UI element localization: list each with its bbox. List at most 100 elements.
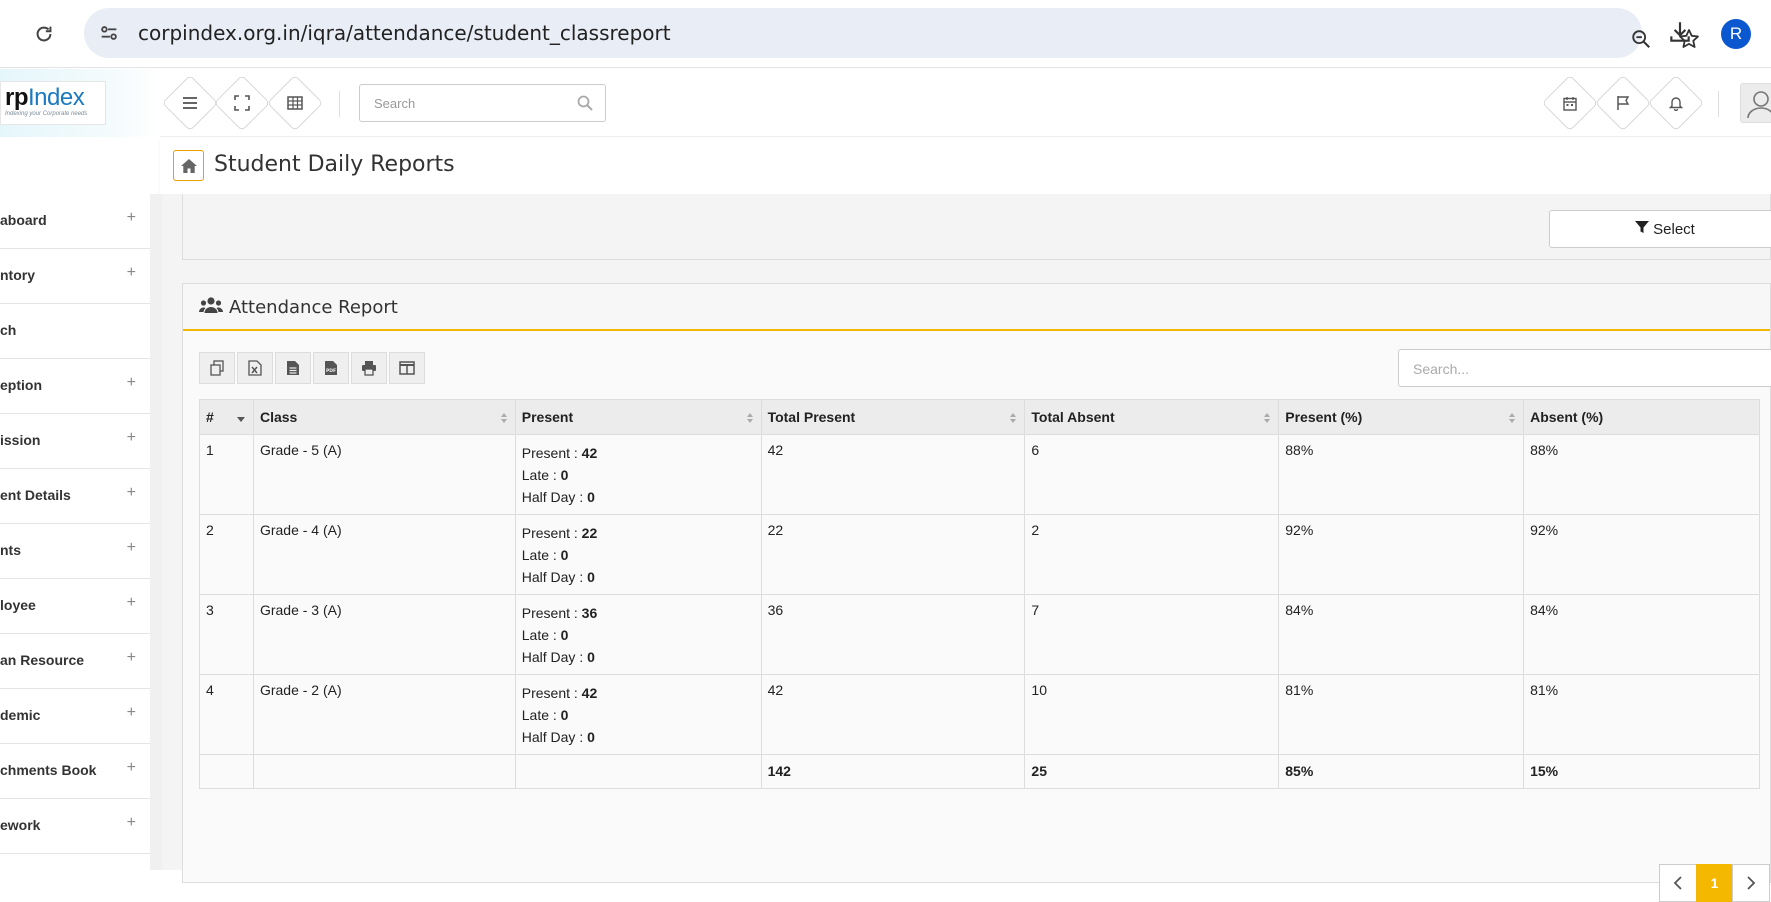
site-info-icon[interactable] [98, 22, 120, 44]
cell-present-pct: 92% [1278, 514, 1525, 595]
sidebar-item-events[interactable]: nts + [0, 524, 150, 579]
expand-plus-icon[interactable]: + [127, 759, 136, 777]
sidebar-item-admission[interactable]: ission + [0, 414, 150, 469]
table-row: 4 Grade - 2 (A) Present : 42 Late : 0 Ha… [199, 674, 1760, 755]
late-label: Late : [521, 547, 561, 563]
profile-avatar[interactable]: R [1721, 19, 1751, 49]
total-absent-pct: 15% [1523, 754, 1760, 789]
sidebar-item-label: demic [0, 707, 41, 723]
select-filter-button[interactable]: Select [1549, 210, 1771, 248]
table-search-input[interactable]: Search... [1398, 349, 1771, 387]
cell-present: Present : 22 Late : 0 Half Day : 0 [514, 514, 762, 595]
sidebar: aboard + ntory + ch eption + ission + ent De… [0, 194, 150, 870]
table-row: 2 Grade - 4 (A) Present : 22 Late : 0 Ha… [199, 514, 1760, 595]
sidebar-item-dashboard[interactable]: aboard + [0, 194, 150, 249]
column-header-absent-pct[interactable]: Absent (%) [1523, 399, 1760, 435]
sort-icon[interactable] [1508, 411, 1516, 427]
address-bar[interactable]: corpindex.org.in/iqra/attendance/student… [84, 8, 1699, 58]
fullscreen-icon[interactable] [230, 91, 254, 115]
bell-icon[interactable] [1664, 91, 1688, 115]
header-search-input[interactable]: Search [359, 84, 606, 122]
cell-absent-pct: 81% [1523, 674, 1760, 755]
column-visibility-button[interactable] [389, 352, 425, 384]
expand-plus-icon[interactable]: + [127, 264, 136, 282]
column-header-present-pct[interactable]: Present (%) [1278, 399, 1525, 435]
halfday-value: 0 [587, 649, 595, 665]
cell-total-present: 42 [760, 434, 1026, 515]
expand-plus-icon[interactable]: + [127, 429, 136, 447]
column-header-class[interactable]: Class [252, 399, 516, 435]
column-header-label: Absent (%) [1530, 409, 1604, 425]
select-button-label: Select [1653, 220, 1695, 238]
home-icon[interactable] [173, 150, 204, 181]
total-present-sum: 142 [760, 754, 1026, 789]
csv-export-button[interactable] [275, 352, 311, 384]
cell-class: Grade - 3 (A) [252, 594, 516, 675]
cell-empty [199, 754, 254, 789]
app-header: rpIndex Indexing your Corporate needs Se… [0, 69, 1771, 137]
cell-present: Present : 42 Late : 0 Half Day : 0 [514, 674, 762, 755]
sort-icon[interactable] [746, 411, 754, 427]
column-header-total-absent[interactable]: Total Absent [1024, 399, 1280, 435]
expand-plus-icon[interactable]: + [127, 594, 136, 612]
user-avatar[interactable] [1740, 83, 1771, 123]
sort-icon[interactable] [500, 411, 508, 427]
column-header-num[interactable]: # [199, 399, 254, 435]
corpindex-logo[interactable]: rpIndex Indexing your Corporate needs [0, 81, 106, 125]
search-icon[interactable] [577, 95, 593, 116]
sidebar-item-reception[interactable]: eption + [0, 359, 150, 414]
expand-plus-icon[interactable]: + [127, 484, 136, 502]
header-divider-right [1718, 91, 1719, 117]
copy-button[interactable] [199, 352, 235, 384]
sidebar-item-employee[interactable]: loyee + [0, 579, 150, 634]
halfday-label: Half Day : [521, 489, 588, 505]
sidebar-item-label: eption [0, 377, 42, 393]
hamburger-menu-icon[interactable] [178, 91, 202, 115]
sidebar-item-homework[interactable]: ework + [0, 799, 150, 854]
sidebar-item-label: an Resource [0, 652, 85, 668]
flag-icon[interactable] [1611, 91, 1635, 115]
calendar-icon[interactable] [1558, 91, 1582, 115]
cell-absent-pct: 88% [1523, 434, 1760, 515]
cell-total-absent: 7 [1024, 594, 1280, 675]
sort-icon[interactable] [1263, 411, 1271, 427]
sidebar-item-inventory[interactable]: ntory + [0, 249, 150, 304]
sort-icon[interactable] [1009, 411, 1017, 427]
cell-class: Grade - 2 (A) [252, 674, 516, 755]
expand-plus-icon[interactable]: + [127, 539, 136, 557]
chevron-left-icon [1673, 876, 1682, 890]
sidebar-item-label: ntory [0, 267, 35, 283]
pdf-export-button[interactable]: PDF [313, 352, 349, 384]
zoom-icon[interactable] [1630, 28, 1652, 55]
page-title-bar: Student Daily Reports [160, 138, 1771, 194]
download-icon[interactable] [1667, 19, 1693, 50]
url-text[interactable]: corpindex.org.in/iqra/attendance/student… [138, 21, 671, 45]
cell-total-present: 22 [760, 514, 1026, 595]
main-content: Select Attendance Report PDF Search... #… [162, 194, 1771, 902]
sidebar-item-human-resource[interactable]: an Resource + [0, 634, 150, 689]
sidebar-item-academic[interactable]: demic + [0, 689, 150, 744]
expand-plus-icon[interactable]: + [127, 649, 136, 667]
present-label: Present : [521, 605, 582, 621]
sidebar-item-student-details[interactable]: ent Details + [0, 469, 150, 524]
logo-rp-text: rp [5, 84, 29, 111]
header-search-placeholder: Search [374, 96, 416, 111]
late-value: 0 [560, 547, 569, 563]
print-button[interactable] [351, 352, 387, 384]
table-grid-icon[interactable] [283, 91, 307, 115]
expand-plus-icon[interactable]: + [127, 209, 136, 227]
sidebar-item-search[interactable]: ch [0, 304, 150, 359]
expand-plus-icon[interactable]: + [127, 374, 136, 392]
halfday-label: Half Day : [521, 649, 588, 665]
attendance-report-card: Attendance Report PDF Search... # Class … [182, 283, 1771, 902]
expand-plus-icon[interactable]: + [127, 704, 136, 722]
column-header-present[interactable]: Present [514, 399, 762, 435]
sort-desc-icon[interactable] [236, 411, 246, 427]
excel-export-button[interactable] [237, 352, 273, 384]
sidebar-item-attachments-book[interactable]: chments Book + [0, 744, 150, 799]
halfday-label: Half Day : [521, 729, 588, 745]
reload-icon[interactable] [28, 18, 60, 50]
cell-num: 2 [199, 514, 254, 595]
column-header-total-present[interactable]: Total Present [760, 399, 1026, 435]
expand-plus-icon[interactable]: + [127, 814, 136, 832]
